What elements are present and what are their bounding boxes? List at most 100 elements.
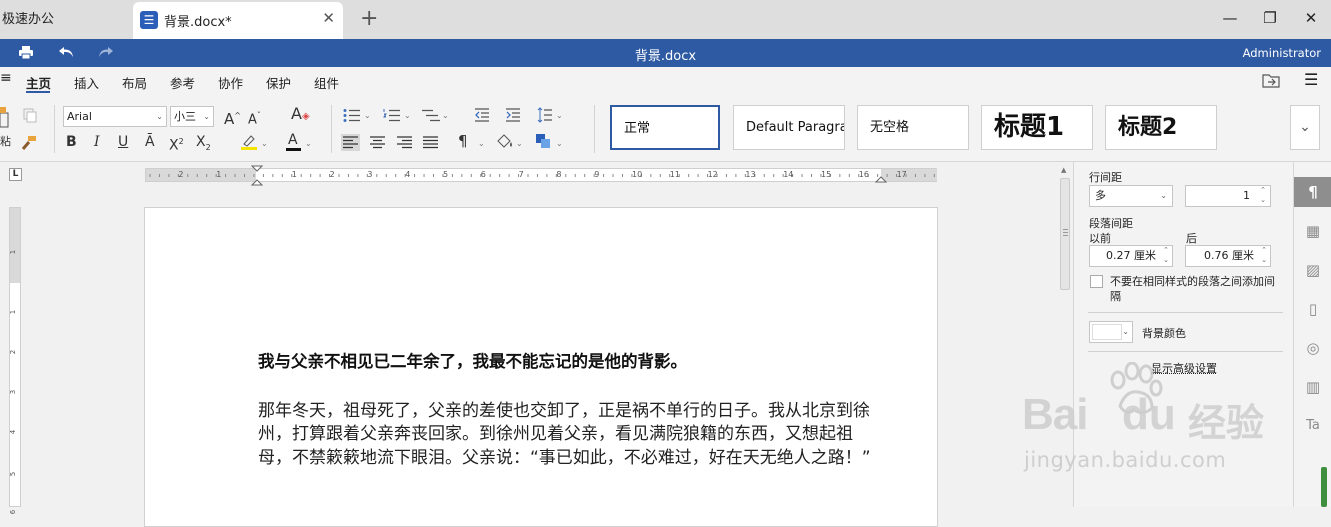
line-spacing-mode-select[interactable]: 多 ⌄	[1089, 185, 1173, 207]
justify-icon[interactable]	[422, 135, 439, 150]
restore-button[interactable]: ❐	[1260, 9, 1280, 27]
no-spacing-checkbox-label[interactable]: 不要在相同样式的段落之间添加间隔	[1110, 274, 1282, 304]
tab-collaborate[interactable]: 协作	[218, 73, 243, 92]
borders-icon[interactable]	[535, 133, 551, 149]
italic-button[interactable]: I	[94, 133, 100, 151]
numbered-list-icon[interactable]	[383, 108, 401, 123]
indent-marker[interactable]	[251, 165, 263, 187]
image-settings-icon[interactable]: ▨	[1294, 255, 1331, 285]
strikethrough-button[interactable]: Ā	[145, 133, 155, 151]
font-size-select[interactable]: 小三 ⌄	[170, 106, 214, 127]
tab-layout[interactable]: 布局	[122, 73, 147, 92]
ruler-label: 1	[291, 170, 297, 179]
watermark-url: jingyan.baidu.com	[1024, 448, 1227, 472]
multilevel-list-icon[interactable]	[421, 108, 441, 123]
ruler-label: 2	[178, 170, 184, 179]
underline-button[interactable]: U	[118, 133, 128, 151]
watermark-brand-2: du	[1122, 390, 1176, 439]
after-label: 后	[1186, 232, 1197, 245]
increase-font-icon[interactable]: A^	[224, 107, 241, 128]
spacing-before-input[interactable]: 0.27 厘米 ⌃ ⌄	[1089, 245, 1173, 267]
new-tab-button[interactable]: +	[360, 6, 378, 32]
ruler-label: 16	[858, 170, 869, 179]
style-normal[interactable]: 正常	[610, 105, 720, 150]
background-color-picker[interactable]: ⌄	[1089, 321, 1133, 343]
superscript-button[interactable]: X2	[169, 133, 184, 155]
chevron-down-icon[interactable]: ⌄	[261, 139, 268, 148]
align-right-icon[interactable]	[396, 135, 413, 150]
ribbon-tabs: ≡ 主页 插入 布局 参考 协作 保护 组件 ☰	[0, 67, 1331, 95]
shading-icon[interactable]	[495, 133, 515, 151]
style-default-paragraph[interactable]: Default Paragraph	[733, 105, 845, 150]
paste-label[interactable]: 粘	[0, 133, 11, 151]
format-painter-icon[interactable]	[20, 135, 38, 151]
text-art-icon[interactable]: Ta	[1294, 411, 1331, 441]
no-spacing-checkbox[interactable]	[1090, 275, 1103, 288]
line-spacing-value-input[interactable]: 1 ⌃ ⌄	[1185, 185, 1271, 207]
ruler-label: 12	[707, 170, 718, 179]
bullet-list-icon[interactable]	[343, 108, 361, 123]
style-heading-2[interactable]: 标题2	[1105, 105, 1217, 150]
horizontal-ruler[interactable]: 2 1 1 2 3 4 5 6 7 8 9 10 11 12 13 14 15 16 17	[145, 165, 937, 186]
tab-home-ribbon[interactable]: 主页	[26, 73, 51, 92]
shape-settings-icon[interactable]: ◎	[1294, 333, 1331, 363]
tab-references[interactable]: 参考	[170, 73, 195, 92]
line-spacing-label: 行间距	[1089, 171, 1122, 184]
tab-protect[interactable]: 保护	[266, 73, 291, 92]
hamburger-menu-icon[interactable]: ☰	[1304, 70, 1318, 89]
tab-plugins[interactable]: 组件	[314, 73, 339, 92]
right-indent-marker[interactable]	[875, 171, 887, 183]
styles-expand-button[interactable]: ⌄	[1290, 105, 1320, 150]
tab-document[interactable]: ☰ 背景.docx* ✕	[133, 2, 343, 39]
scroll-thumb[interactable]	[1060, 178, 1070, 290]
tab-home[interactable]: 极速办公	[0, 5, 54, 35]
vertical-ruler[interactable]: 1 1 2 3 4 5 6	[9, 207, 21, 514]
ruler-label: 17	[896, 170, 907, 179]
highlight-icon[interactable]	[240, 133, 258, 151]
chevron-down-icon[interactable]: ⌄	[305, 139, 312, 148]
ribbon-toolbar: 粘 Arial ⌄ 小三 ⌄ A^ Aˇ A◈ B I U Ā X2 X2 ⌄ A …	[0, 95, 1331, 162]
user-name[interactable]: Administrator	[1243, 46, 1321, 60]
file-menu-icon[interactable]: ≡	[0, 70, 12, 86]
baidu-jingyan-watermark: Bai du 经验 jingyan.baidu.com	[1018, 362, 1278, 482]
stepper-icon[interactable]: ⌃ ⌄	[1163, 245, 1169, 265]
tab-stop-selector[interactable]: L	[9, 168, 22, 181]
stepper-icon[interactable]: ⌃ ⌄	[1260, 185, 1266, 205]
style-no-spacing[interactable]: 无空格	[857, 105, 969, 150]
ruler-label: 8	[556, 170, 562, 179]
paragraph-settings-icon[interactable]: ¶	[1294, 177, 1331, 207]
font-name-select[interactable]: Arial ⌄	[63, 106, 167, 127]
align-left-icon[interactable]	[341, 134, 360, 151]
tab-insert[interactable]: 插入	[74, 73, 99, 92]
decrease-indent-icon[interactable]	[474, 107, 490, 123]
decrease-font-icon[interactable]: Aˇ	[248, 107, 261, 129]
table-settings-icon[interactable]: ▦	[1294, 216, 1331, 246]
paste-icon[interactable]	[0, 103, 10, 133]
spacing-after-input[interactable]: 0.76 厘米 ⌃ ⌄	[1185, 245, 1271, 267]
align-center-icon[interactable]	[369, 135, 386, 150]
font-color-icon[interactable]: A	[288, 131, 298, 149]
watermark-brand: Bai	[1022, 390, 1088, 439]
increase-indent-icon[interactable]	[505, 107, 521, 123]
copy-icon[interactable]	[22, 107, 38, 123]
bold-button[interactable]: B	[66, 133, 77, 151]
window-close-button[interactable]: ✕	[1301, 9, 1321, 27]
ruler-label: 6	[480, 170, 486, 179]
style-heading-1[interactable]: 标题1	[981, 105, 1093, 150]
open-file-location-icon[interactable]	[1262, 73, 1280, 88]
subscript-button[interactable]: X2	[196, 133, 211, 157]
document-paragraph[interactable]: 那年冬天，祖母死了，父亲的差使也交卸了，正是祸不单行的日子。我从北京到徐州，打算…	[258, 400, 883, 470]
ruler-label: 1	[9, 309, 18, 315]
clear-format-icon[interactable]: A◈	[291, 105, 310, 126]
scroll-up-icon[interactable]: ▲	[1061, 166, 1066, 174]
ruler-label: 2	[9, 349, 18, 355]
line-spacing-icon[interactable]	[537, 107, 553, 123]
chart-settings-icon[interactable]: ▥	[1294, 372, 1331, 402]
minimize-button[interactable]: —	[1220, 9, 1240, 27]
header-footer-icon[interactable]: ▯	[1294, 294, 1331, 324]
close-tab-icon[interactable]: ✕	[322, 9, 335, 27]
document-heading[interactable]: 我与父亲不相见已二年余了，我最不能忘记的是他的背影。	[258, 348, 687, 372]
stepper-icon[interactable]: ⌃ ⌄	[1261, 245, 1267, 265]
paragraph-mark-icon[interactable]: ¶	[458, 132, 468, 150]
ruler-label: 7	[518, 170, 524, 179]
